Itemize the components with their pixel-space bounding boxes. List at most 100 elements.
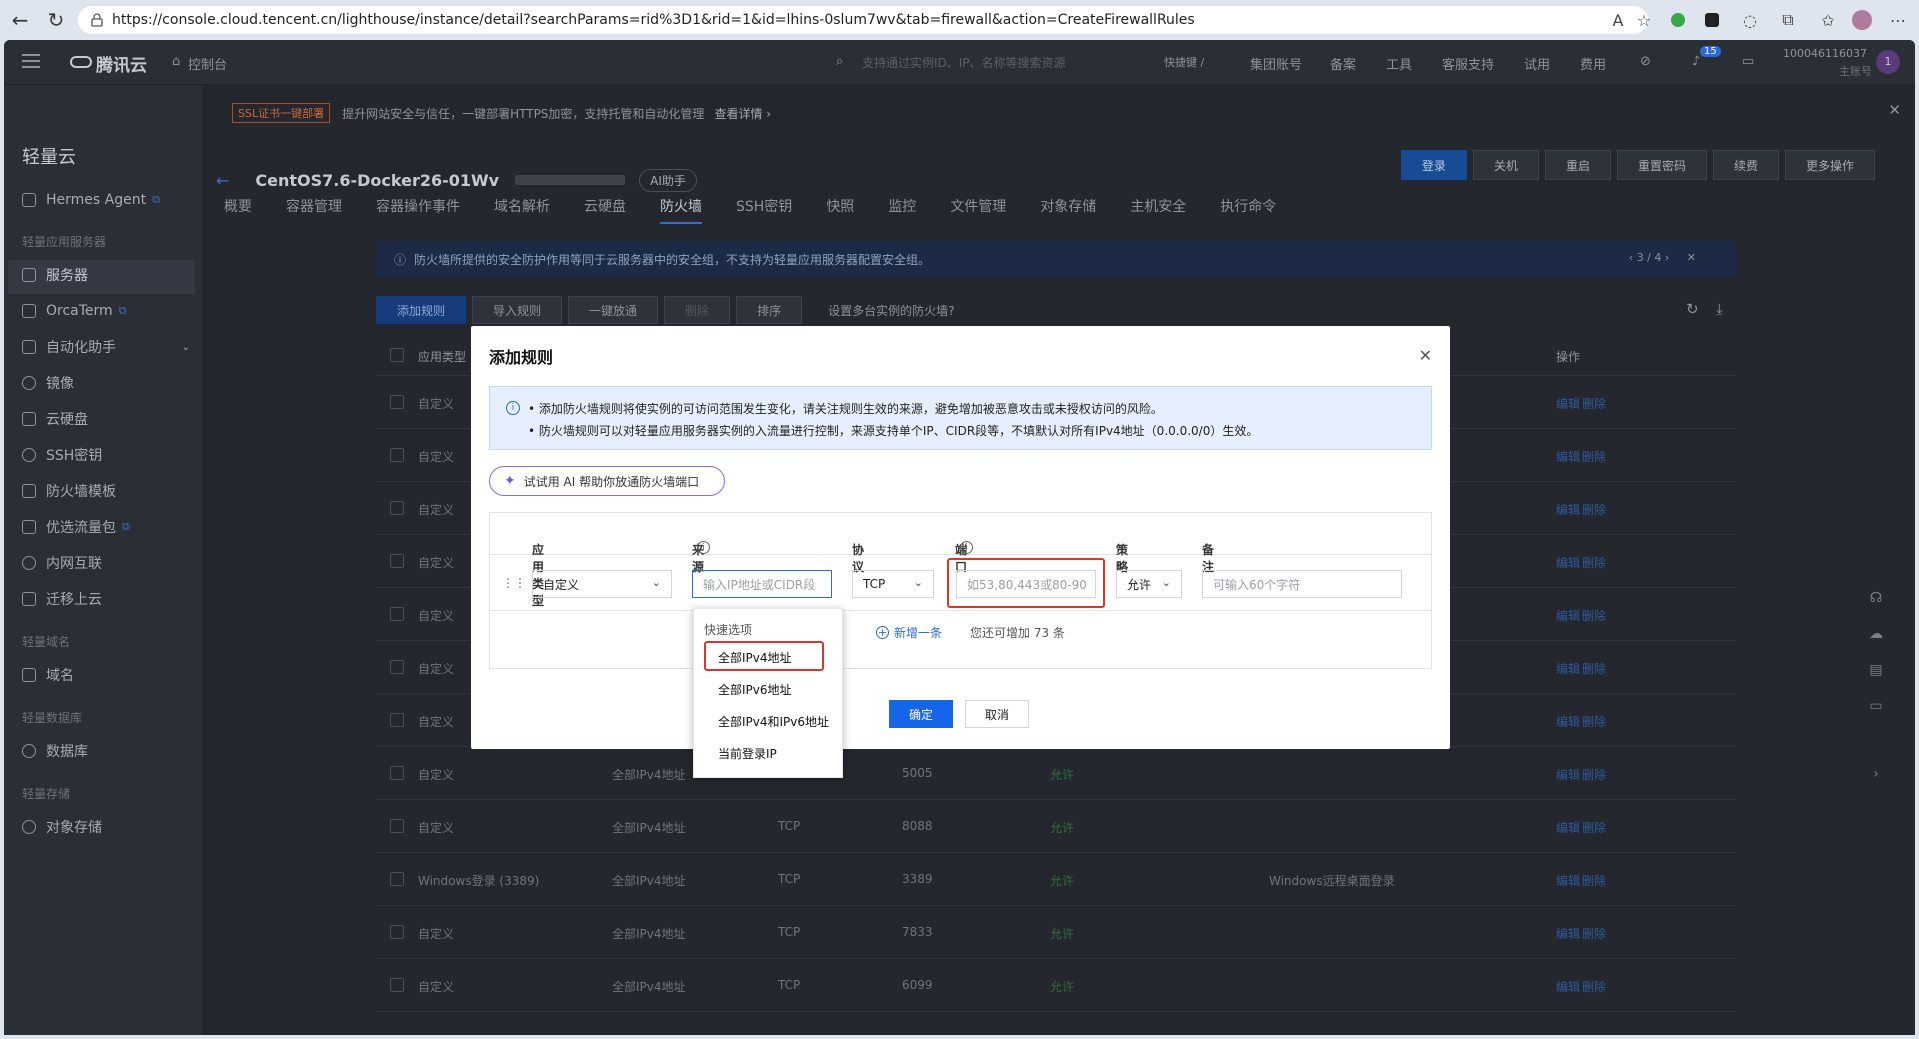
renew-button[interactable]: 续费	[1712, 150, 1779, 180]
row-delete-link[interactable]: 删除	[1582, 978, 1606, 995]
row-edit-link[interactable]: 编辑	[1556, 872, 1580, 889]
tab-overview[interactable]: 概要	[224, 196, 252, 224]
expand-right-icon[interactable]: ›	[1873, 766, 1879, 782]
row-edit-link[interactable]: 编辑	[1556, 819, 1580, 836]
extension-dark-icon[interactable]	[1702, 10, 1722, 30]
row-edit-link[interactable]: 编辑	[1556, 554, 1580, 571]
row-delete-link[interactable]: 删除	[1582, 395, 1606, 412]
protocol-select[interactable]: TCP ⌄	[852, 570, 934, 598]
help-icon[interactable]: ⊘	[1640, 54, 1651, 69]
more-actions-button[interactable]: 更多操作	[1784, 150, 1875, 180]
topbar-link-trial[interactable]: 试用	[1524, 54, 1550, 73]
banner-close-icon[interactable]: ✕	[1888, 101, 1901, 119]
tab-dns[interactable]: 域名解析	[494, 196, 550, 224]
favorites-icon[interactable]: ✩	[1818, 10, 1838, 30]
tab-containers[interactable]: 容器管理	[286, 196, 342, 224]
sidebar-item-hermes-agent[interactable]: Hermes Agent ⧉	[22, 189, 160, 211]
sidebar-item-intranet[interactable]: 内网互联	[22, 552, 102, 574]
row-delete-link[interactable]: 删除	[1582, 501, 1606, 518]
drag-handle-icon[interactable]: ⋮⋮	[502, 576, 526, 590]
row-checkbox[interactable]	[390, 501, 404, 515]
row-edit-link[interactable]: 编辑	[1556, 925, 1580, 942]
topbar-link-beian[interactable]: 备案	[1330, 54, 1356, 73]
tab-container-events[interactable]: 容器操作事件	[376, 196, 460, 224]
download-icon[interactable]: ⤓	[1716, 300, 1723, 318]
dialog-close-icon[interactable]: ✕	[1419, 346, 1432, 365]
option-current-ip[interactable]: 当前登录IP	[718, 745, 777, 762]
profile-avatar-icon[interactable]	[1852, 10, 1872, 30]
row-delete-link[interactable]: 删除	[1582, 554, 1606, 571]
back-icon[interactable]: ←	[2, 2, 38, 38]
row-delete-link[interactable]: 删除	[1582, 448, 1606, 465]
promo-link[interactable]: 查看详情 ›	[714, 105, 771, 122]
login-button[interactable]: 登录	[1400, 150, 1467, 180]
row-delete-link[interactable]: 删除	[1582, 819, 1606, 836]
account-id[interactable]: 100046116037	[1783, 47, 1867, 60]
row-checkbox[interactable]	[390, 925, 404, 939]
row-checkbox[interactable]	[390, 395, 404, 409]
read-aloud-icon[interactable]: A	[1608, 10, 1628, 30]
favorite-star-icon[interactable]: ☆	[1634, 10, 1654, 30]
sidebar-item-servers[interactable]: 服务器	[22, 264, 88, 286]
add-rule-row-link[interactable]: + 新增一条	[876, 624, 942, 641]
row-checkbox[interactable]	[390, 819, 404, 833]
sort-button[interactable]: 排序	[736, 296, 803, 324]
sidebar-item-images[interactable]: 镜像	[22, 372, 74, 394]
tab-firewall[interactable]: 防火墙	[660, 196, 702, 224]
topbar-link-support[interactable]: 客服支持	[1442, 54, 1494, 73]
sidebar-item-traffic-packs[interactable]: 优选流量包 ⧉	[22, 516, 130, 538]
row-checkbox[interactable]	[390, 766, 404, 780]
brand-name[interactable]: 腾讯云	[96, 51, 147, 76]
add-rule-button[interactable]: 添加规则	[376, 296, 467, 324]
hamburger-menu-icon[interactable]	[22, 54, 40, 68]
sidebar-item-automation[interactable]: 自动化助手 ⌄	[22, 336, 190, 358]
select-all-checkbox[interactable]	[390, 348, 404, 362]
open-all-button[interactable]: 一键放通	[568, 296, 659, 324]
note-input[interactable]: 可输入60个字符	[1202, 570, 1402, 598]
delete-rules-button[interactable]: 删除	[664, 296, 731, 324]
port-input[interactable]: 如53,80,443或80-90	[956, 570, 1096, 598]
row-edit-link[interactable]: 编辑	[1556, 660, 1580, 677]
ai-assistant-button[interactable]: AI助手	[639, 168, 697, 192]
option-all-ipv4[interactable]: 全部IPv4地址	[718, 649, 792, 666]
row-edit-link[interactable]: 编辑	[1556, 448, 1580, 465]
row-delete-link[interactable]: 删除	[1582, 925, 1606, 942]
extension-chat-icon[interactable]: ◌	[1740, 10, 1760, 30]
option-all-ipv4-ipv6[interactable]: 全部IPv4和IPv6地址	[718, 713, 829, 730]
browser-menu-icon[interactable]: ⋯	[1888, 10, 1908, 30]
address-bar[interactable]: https://console.cloud.tencent.cn/lightho…	[78, 6, 1648, 34]
row-checkbox[interactable]	[390, 872, 404, 886]
topbar-link-group[interactable]: 集团账号	[1250, 54, 1302, 73]
back-arrow-icon[interactable]: ←	[216, 171, 229, 190]
sidebar-item-orcaterm[interactable]: OrcaTerm ⧉	[22, 300, 127, 322]
cancel-button[interactable]: 取消	[965, 700, 1029, 728]
row-checkbox[interactable]	[390, 978, 404, 992]
row-edit-link[interactable]: 编辑	[1556, 766, 1580, 783]
row-delete-link[interactable]: 删除	[1582, 872, 1606, 889]
sidebar-item-firewall-templates[interactable]: 防火墙模板	[22, 480, 116, 502]
row-edit-link[interactable]: 编辑	[1556, 607, 1580, 624]
extensions-puzzle-icon[interactable]: ⧉	[1778, 10, 1798, 30]
sidebar-item-domains[interactable]: 域名	[22, 664, 74, 686]
refresh-icon[interactable]: ↻	[1686, 300, 1699, 318]
row-delete-link[interactable]: 删除	[1582, 766, 1606, 783]
sidebar-item-migration[interactable]: 迁移上云	[22, 588, 102, 610]
sidebar-item-database[interactable]: 数据库	[22, 740, 88, 762]
row-delete-link[interactable]: 删除	[1582, 607, 1606, 624]
sidebar-item-object-storage[interactable]: 对象存储	[22, 816, 102, 838]
policy-select[interactable]: 允许 ⌄	[1116, 570, 1182, 598]
row-checkbox[interactable]	[390, 448, 404, 462]
reload-icon[interactable]: ↻	[38, 2, 74, 38]
row-edit-link[interactable]: 编辑	[1556, 713, 1580, 730]
multi-instance-link[interactable]: 设置多台实例的防火墙?	[808, 296, 974, 324]
row-checkbox[interactable]	[390, 607, 404, 621]
tab-disks[interactable]: 云硬盘	[584, 196, 626, 224]
row-checkbox[interactable]	[390, 713, 404, 727]
row-edit-link[interactable]: 编辑	[1556, 978, 1580, 995]
row-delete-link[interactable]: 删除	[1582, 660, 1606, 677]
docs-book-icon[interactable]: ▤	[1869, 662, 1882, 678]
tab-ssh-keys[interactable]: SSH密钥	[736, 196, 792, 224]
shutdown-button[interactable]: 关机	[1472, 150, 1539, 180]
row-checkbox[interactable]	[390, 554, 404, 568]
import-rules-button[interactable]: 导入规则	[472, 296, 563, 324]
